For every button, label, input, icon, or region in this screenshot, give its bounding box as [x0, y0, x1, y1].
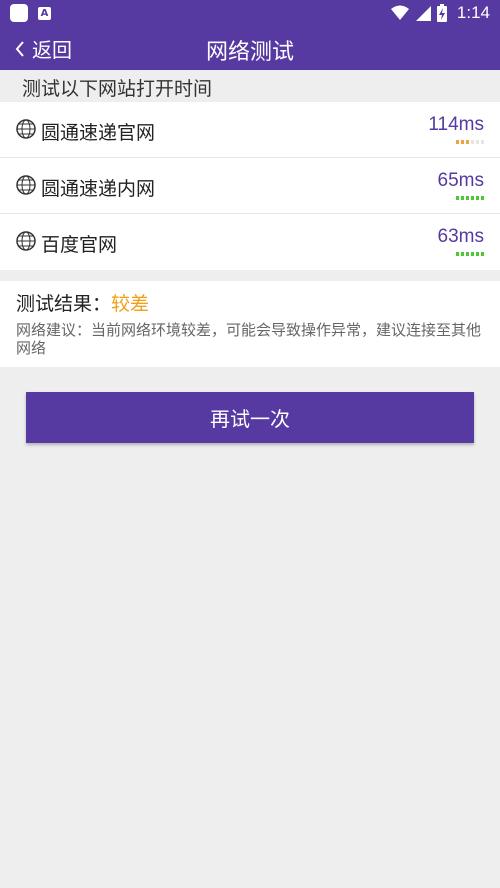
site-name: 百度官网: [41, 234, 118, 256]
signal-bar: [476, 140, 479, 144]
result-value: 较差: [111, 293, 150, 315]
signal-bar: [461, 196, 464, 200]
signal-bar: [481, 140, 484, 144]
site-name: 圆通速递内网: [41, 178, 156, 200]
chevron-left-icon: [15, 40, 24, 57]
back-button[interactable]: 返回: [14, 34, 72, 63]
status-time: 1:14: [456, 3, 490, 22]
signal-bar: [466, 196, 469, 200]
app-bar: 返回 网络测试: [0, 26, 500, 70]
signal-bar: [481, 196, 484, 200]
site-row: 圆通速递内网 65ms: [0, 158, 500, 214]
signal-bar: [461, 252, 464, 256]
result-panel: 测试结果：较差 网络建议：当前网络环境较差，可能会导致操作异常，建议连接至其他网…: [0, 281, 500, 367]
signal-bar: [481, 252, 484, 256]
signal-bar: [456, 140, 459, 144]
wifi-icon: [390, 5, 409, 20]
signal-bars: [456, 252, 484, 256]
result-line: 测试结果：较差: [16, 289, 149, 316]
notification-app-icon: [10, 4, 28, 22]
signal-bar: [456, 196, 459, 200]
globe-icon: [16, 119, 36, 139]
status-bar: A 1:14: [0, 0, 500, 26]
signal-bars: [456, 196, 484, 200]
battery-icon: [436, 4, 447, 22]
signal-bar: [476, 252, 479, 256]
site-row: 圆通速递官网 114ms: [0, 102, 500, 158]
signal-bar: [461, 140, 464, 144]
notification-a-icon: A: [38, 6, 51, 20]
page-title: 网络测试: [205, 40, 294, 65]
cell-signal-icon: [415, 6, 431, 21]
signal-bars: [456, 140, 484, 144]
signal-bar: [456, 252, 459, 256]
signal-bar: [471, 252, 474, 256]
site-name: 圆通速递官网: [41, 122, 156, 144]
signal-bar: [476, 196, 479, 200]
signal-bar: [471, 196, 474, 200]
retry-button[interactable]: 再试一次: [26, 392, 474, 443]
signal-bar: [466, 252, 469, 256]
site-latency: 114ms: [428, 114, 484, 135]
result-label: 测试结果：: [16, 293, 112, 315]
site-list: 圆通速递官网 114ms 圆通速递内网 65ms 百度官网 63ms: [0, 102, 500, 270]
section-label: 测试以下网站打开时间: [22, 78, 213, 100]
globe-icon: [16, 175, 36, 195]
site-row: 百度官网 63ms: [0, 214, 500, 270]
signal-bar: [466, 140, 469, 144]
site-latency: 63ms: [437, 226, 484, 247]
network-advice: 网络建议：当前网络环境较差，可能会导致操作异常，建议连接至其他网络: [16, 321, 482, 357]
signal-bar: [471, 140, 474, 144]
globe-icon: [16, 231, 36, 251]
site-latency: 65ms: [437, 170, 484, 191]
back-label: 返回: [32, 38, 72, 62]
